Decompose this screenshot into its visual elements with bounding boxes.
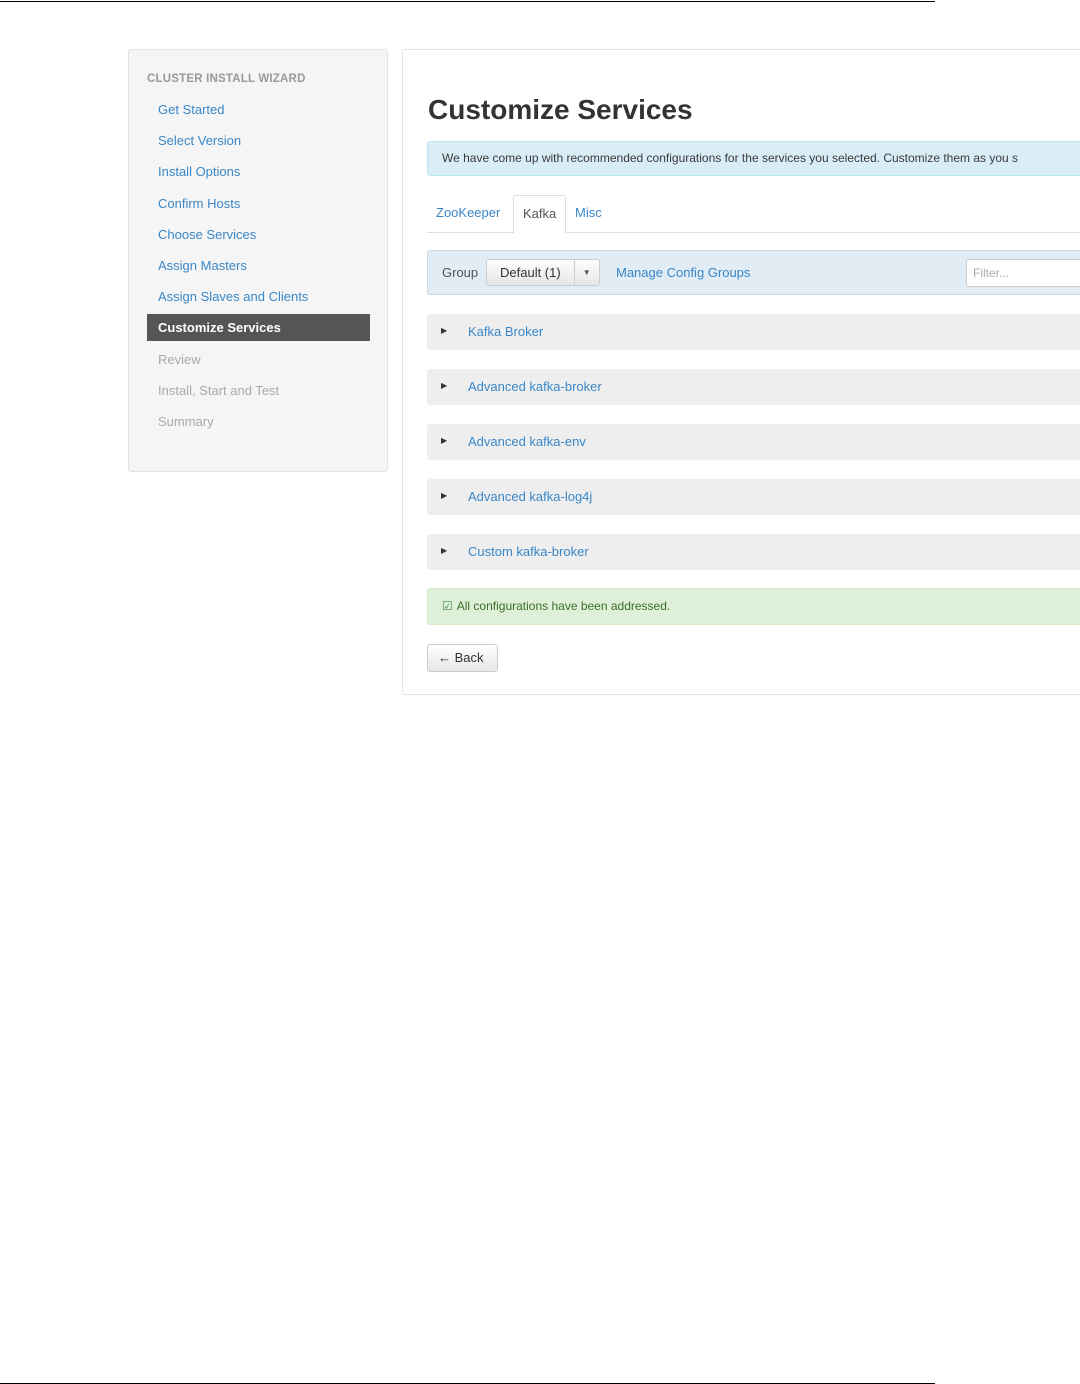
check-square-icon: ☑ <box>442 599 453 613</box>
group-select[interactable]: Default (1) ▼ <box>486 259 600 286</box>
section-title[interactable]: Advanced kafka-broker <box>468 369 602 405</box>
step-summary: Summary <box>158 413 214 429</box>
wizard-step-list: Get Started Select Version Install Optio… <box>147 96 370 439</box>
section-advanced-kafka-broker[interactable]: ▶ Advanced kafka-broker <box>427 369 1080 405</box>
filter-input[interactable] <box>966 259 1080 287</box>
tab-misc[interactable]: Misc <box>566 195 611 233</box>
success-alert: ☑ All configurations have been addressed. <box>427 588 1080 625</box>
step-get-started[interactable]: Get Started <box>147 96 370 127</box>
caret-right-icon: ▶ <box>441 546 448 555</box>
caret-right-icon: ▶ <box>441 491 448 500</box>
step-assign-slaves-and-clients[interactable]: Assign Slaves and Clients <box>147 283 370 314</box>
step-install-start-and-test: Install, Start and Test <box>158 382 280 398</box>
step-confirm-hosts[interactable]: Confirm Hosts <box>147 190 370 221</box>
step-assign-masters[interactable]: Assign Masters <box>147 252 370 283</box>
group-label: Group <box>442 265 479 280</box>
step-customize-services[interactable]: Customize Services <box>147 314 370 342</box>
tab-kafka[interactable]: Kafka <box>513 195 567 234</box>
sidebar-header: CLUSTER INSTALL WIZARD <box>147 73 306 85</box>
caret-right-icon: ▶ <box>441 326 448 335</box>
tab-zookeeper[interactable]: ZooKeeper <box>427 195 509 233</box>
wizard-sidebar: CLUSTER INSTALL WIZARD Get Started Selec… <box>128 49 388 472</box>
step-install-options[interactable]: Install Options <box>147 158 370 189</box>
main-panel: Customize Services We have come up with … <box>402 49 1080 695</box>
step-choose-services[interactable]: Choose Services <box>147 221 370 252</box>
success-message: All configurations have been addressed. <box>456 599 671 613</box>
config-group-bar: Group Default (1) ▼ Manage Config Groups <box>427 250 1080 295</box>
top-rule <box>0 1 935 2</box>
caret-right-icon: ▶ <box>441 381 448 390</box>
section-advanced-kafka-env[interactable]: ▶ Advanced kafka-env <box>427 424 1080 460</box>
section-advanced-kafka-log4j[interactable]: ▶ Advanced kafka-log4j <box>427 479 1080 515</box>
service-tabs: ZooKeeper Kafka Misc <box>427 195 1080 234</box>
step-review: Review <box>158 351 201 367</box>
section-title[interactable]: Advanced kafka-log4j <box>468 479 592 515</box>
page-title: Customize Services <box>428 94 693 125</box>
caret-down-icon[interactable]: ▼ <box>575 260 599 285</box>
section-kafka-broker[interactable]: ▶ Kafka Broker <box>427 314 1080 350</box>
section-title[interactable]: Kafka Broker <box>468 314 543 350</box>
group-select-value: Default (1) <box>487 260 575 285</box>
page: CLUSTER INSTALL WIZARD Get Started Selec… <box>0 0 1080 1384</box>
manage-config-groups-link[interactable]: Manage Config Groups <box>616 251 750 294</box>
caret-right-icon: ▶ <box>441 436 448 445</box>
step-select-version[interactable]: Select Version <box>147 127 370 158</box>
section-title[interactable]: Custom kafka-broker <box>468 534 589 570</box>
info-alert: We have come up with recommended configu… <box>427 141 1080 176</box>
section-custom-kafka-broker[interactable]: ▶ Custom kafka-broker <box>427 534 1080 570</box>
section-title[interactable]: Advanced kafka-env <box>468 424 586 460</box>
back-button[interactable]: ← Back <box>427 644 498 672</box>
